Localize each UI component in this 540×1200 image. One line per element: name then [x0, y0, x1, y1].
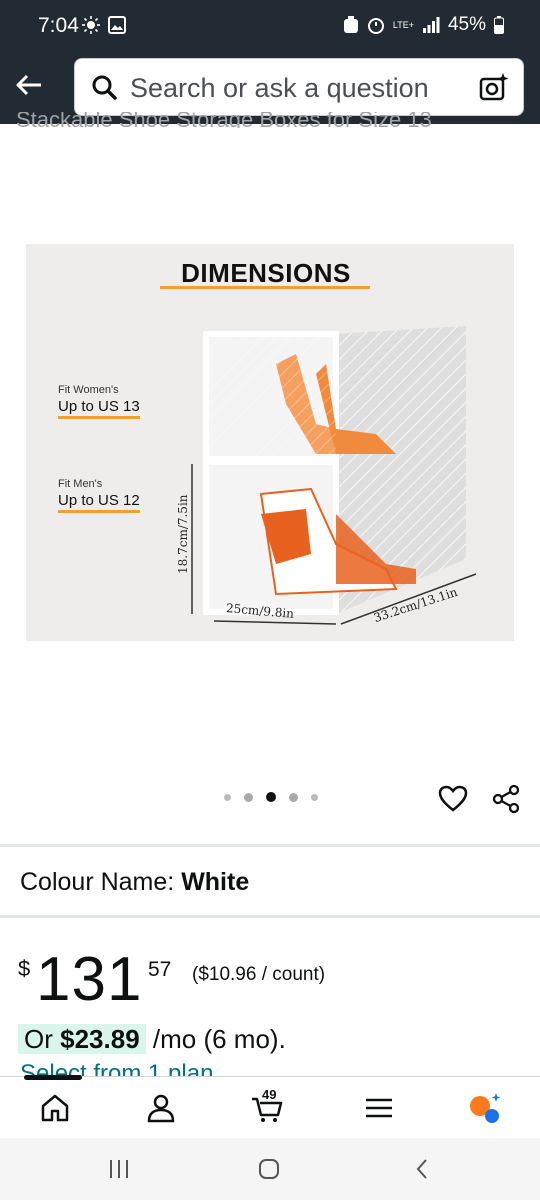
- price-fraction: 57: [148, 958, 172, 981]
- monthly-suffix: /mo (6 mo).: [152, 1024, 286, 1054]
- unit-price: ($10.96 / count): [192, 964, 326, 985]
- back-arrow-icon[interactable]: [14, 70, 44, 100]
- cart-count: 49: [262, 1087, 277, 1102]
- account-icon[interactable]: [144, 1091, 178, 1125]
- carousel-dot[interactable]: [311, 793, 318, 801]
- bottom-nav: 49: [0, 1075, 540, 1138]
- search-icon: [92, 75, 117, 100]
- home-icon[interactable]: [38, 1091, 72, 1125]
- monthly-amount: $23.89: [60, 1024, 140, 1054]
- carousel-dot-active[interactable]: [266, 792, 276, 802]
- search-input[interactable]: Search or ask a question: [74, 58, 524, 116]
- status-time: 7:04: [38, 14, 79, 37]
- brightness-icon: [82, 16, 100, 34]
- search-placeholder: Search or ask a question: [130, 73, 429, 103]
- rufus-assistant-icon[interactable]: [468, 1091, 502, 1125]
- product-image[interactable]: DIMENSIONS Fit Women's Up to US 13 Fit M…: [26, 244, 514, 641]
- heart-icon[interactable]: [438, 784, 468, 814]
- network-type: LTE+: [392, 19, 414, 30]
- camera-search-icon[interactable]: [479, 73, 509, 103]
- back-button-icon[interactable]: [412, 1158, 434, 1180]
- battery-icon: [494, 16, 504, 34]
- monthly-highlight: Or $23.89: [18, 1024, 146, 1054]
- active-tab-indicator: [24, 1075, 82, 1080]
- fit-men-label: Fit Men's: [58, 478, 103, 490]
- divider: [0, 915, 540, 918]
- price-symbol: $: [18, 956, 31, 981]
- share-icon[interactable]: [492, 784, 520, 814]
- product-title: Stackable Shoe Storage Boxes for Size 13: [16, 112, 432, 128]
- carousel-dot[interactable]: [244, 792, 253, 802]
- alarm-icon: [367, 18, 384, 34]
- carousel-indicator: [224, 792, 318, 802]
- recent-apps-icon[interactable]: [108, 1158, 130, 1180]
- select-plan-link[interactable]: Select from 1 plan: [20, 1062, 213, 1076]
- divider: [0, 844, 540, 847]
- monthly-prefix: Or: [24, 1024, 53, 1054]
- carousel-dot[interactable]: [289, 792, 298, 802]
- colour-value: White: [181, 868, 250, 896]
- heading-underline: [160, 286, 370, 289]
- status-bar: 7:04 LTE+ 45%: [0, 0, 540, 52]
- price-whole: 131: [36, 945, 143, 1014]
- colour-row: Colour Name: White: [20, 868, 249, 897]
- fit-women-label: Fit Women's: [58, 384, 119, 396]
- fit-women-value: Up to US 13: [58, 398, 140, 419]
- carousel-dot[interactable]: [224, 793, 231, 801]
- home-button-icon[interactable]: [258, 1158, 280, 1180]
- system-nav-bar: [0, 1138, 540, 1200]
- fit-men-value: Up to US 12: [58, 492, 140, 513]
- gallery-icon: [108, 16, 126, 34]
- battery-percent: 45%: [447, 14, 486, 35]
- colour-label: Colour Name:: [20, 868, 175, 896]
- height-dimension: 18.7cm/7.5in: [176, 494, 190, 574]
- image-heading: DIMENSIONS: [181, 258, 351, 288]
- menu-icon[interactable]: [362, 1091, 396, 1125]
- monthly-payment: Or $23.89 /mo (6 mo).: [18, 1024, 286, 1055]
- signal-icon: [422, 17, 440, 33]
- nfc-icon: [343, 16, 358, 33]
